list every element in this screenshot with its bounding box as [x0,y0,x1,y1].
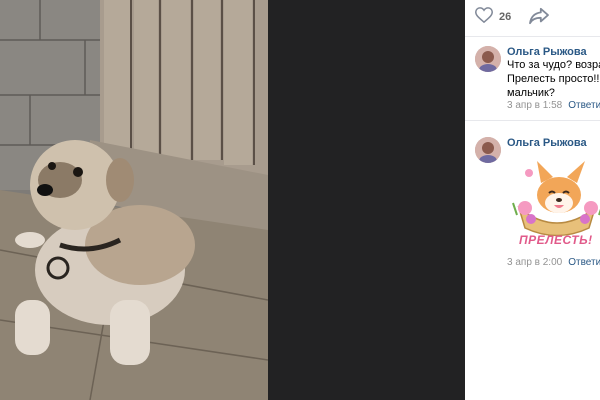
dog-photo-image [0,0,268,400]
post-photo[interactable] [0,0,268,400]
comment-text: Что за чудо? возраст Прелесть просто!!! … [507,58,600,100]
comment-line: Что за чудо? возраст [507,59,600,71]
avatar[interactable] [475,137,501,163]
reply-link[interactable]: Ответить [568,257,600,268]
heart-icon [474,6,494,28]
side-panel: 26 Ольга Рыжова Что за чудо? возраст Пре… [465,0,600,400]
post-actions: 26 [465,0,600,37]
corgi-sticker: ПРЕЛЕСТЬ! [509,153,600,249]
sticker-caption: ПРЕЛЕСТЬ! [519,233,593,247]
comment-line: Прелесть просто!!! Д [507,73,600,85]
comment-meta: 3 апр в 2:00 Ответить [507,257,600,268]
like-button[interactable]: 26 [474,6,512,28]
viewer-background [268,0,465,400]
comment: Ольга Рыжова ПРЕЛЕСТЬ! 3 апр в 2:00 Отве… [465,121,600,281]
like-count: 26 [499,11,512,23]
comment-date[interactable]: 3 апр в 1:58 [507,100,562,111]
comment-author[interactable]: Ольга Рыжова [507,137,587,149]
avatar[interactable] [475,46,501,72]
comment: Ольга Рыжова Что за чудо? возраст Прелес… [465,36,600,121]
comment-date[interactable]: 3 апр в 2:00 [507,257,562,268]
share-icon [528,7,550,29]
comment-meta: 3 апр в 1:58 Ответить [507,100,600,111]
comment-author[interactable]: Ольга Рыжова [507,46,587,58]
share-button[interactable] [528,7,550,27]
photo-viewer [0,0,465,400]
reply-link[interactable]: Ответить [568,100,600,111]
comment-line: мальчик? [507,87,555,99]
